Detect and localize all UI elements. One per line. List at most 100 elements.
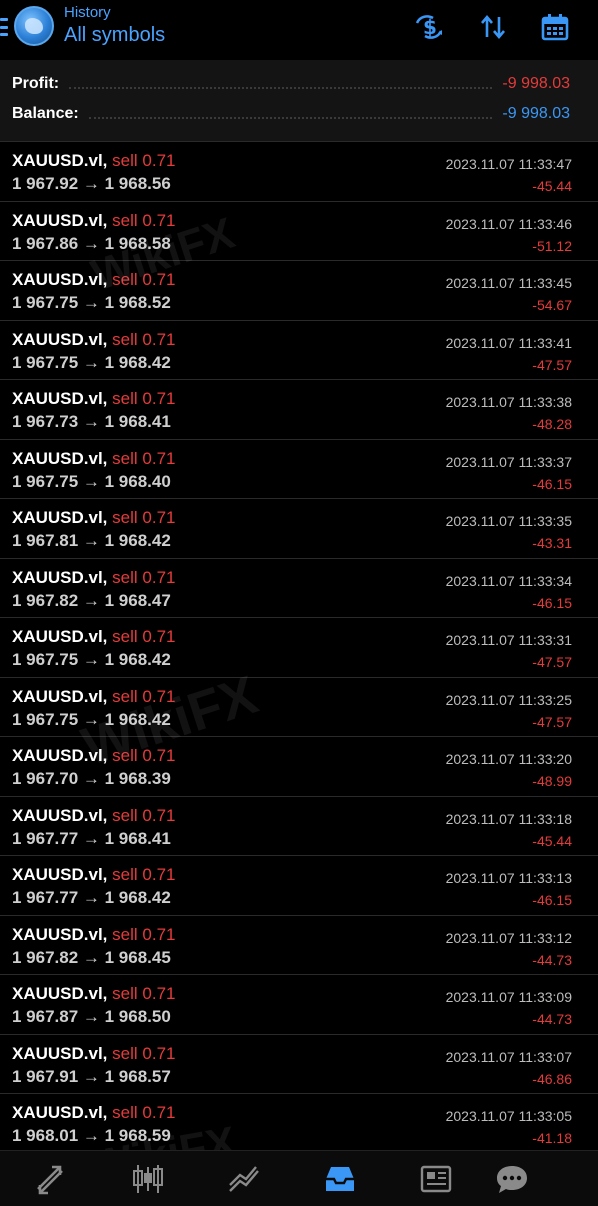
trade-prices: 1 968.01 → 1 968.59 xyxy=(12,1126,171,1145)
trade-row[interactable]: XAUUSD.vl, sell 0.71 1 967.77 → 1 968.41 2… xyxy=(0,796,598,856)
trade-time: 2023.11.07 11:33:46 xyxy=(445,215,572,232)
trade-profit: -48.28 xyxy=(532,416,572,432)
trade-side: sell 0.71 xyxy=(112,210,176,230)
bottom-navigation xyxy=(0,1150,598,1206)
trade-time: 2023.11.07 11:33:41 xyxy=(445,334,572,351)
trade-symbol: XAUUSD.vl, sell 0.71 xyxy=(12,1103,175,1123)
symbol-name: XAUUSD.vl, xyxy=(12,210,108,230)
trade-row[interactable]: XAUUSD.vl, sell 0.71 1 967.75 → 1 968.42 2… xyxy=(0,677,598,737)
trade-symbol: XAUUSD.vl, sell 0.71 xyxy=(12,984,175,1004)
news-icon[interactable] xyxy=(418,1161,454,1197)
balance-value: -9 998.03 xyxy=(502,105,570,122)
app-logo xyxy=(14,6,54,46)
trade-symbol: XAUUSD.vl, sell 0.71 xyxy=(12,389,175,409)
trade-profit: -51.12 xyxy=(532,237,572,254)
trade-prices: 1 967.86 → 1 968.58 xyxy=(12,233,171,253)
sort-icon[interactable] xyxy=(478,12,508,42)
trade-side: sell 0.71 xyxy=(112,746,176,765)
trade-side: sell 0.71 xyxy=(112,329,176,349)
trade-profit: -43.31 xyxy=(532,535,572,551)
trade-row[interactable]: XAUUSD.vl, sell 0.71 1 967.70 → 1 968.39 2… xyxy=(0,737,598,797)
trade-time: 2023.11.07 11:33:45 xyxy=(445,275,572,291)
trade-row[interactable]: XAUUSD.vl, sell 0.71 1 967.87 → 1 968.50 2… xyxy=(0,975,598,1035)
symbol-name: XAUUSD.vl, xyxy=(12,1103,108,1122)
trade-row[interactable]: XAUUSD.vl, sell 0.71 1 967.82 → 1 968.45 2… xyxy=(0,915,598,975)
trade-side: sell 0.71 xyxy=(112,627,176,646)
trade-profit: -44.73 xyxy=(532,951,572,968)
trade-profit: -47.57 xyxy=(532,356,572,373)
balance-label: Balance: xyxy=(12,105,79,122)
currency-exchange-icon[interactable]: $ xyxy=(414,12,444,42)
trade-prices: 1 967.77 → 1 968.42 xyxy=(12,888,171,907)
trade-side: sell 0.71 xyxy=(112,270,176,289)
trade-prices: 1 967.87 → 1 968.50 xyxy=(12,1007,171,1026)
symbol-name: XAUUSD.vl, xyxy=(12,389,108,408)
trade-time: 2023.11.07 11:33:47 xyxy=(445,156,572,172)
trade-prices: 1 967.91 → 1 968.57 xyxy=(12,1066,171,1086)
dotted-leader xyxy=(69,79,493,89)
trade-row[interactable]: XAUUSD.vl, sell 0.71 1 967.73 → 1 968.41 2… xyxy=(0,380,598,440)
trade-symbol: XAUUSD.vl, sell 0.71 xyxy=(12,330,175,350)
trade-row[interactable]: XAUUSD.vl, sell 0.71 1 967.92 → 1 968.56 2… xyxy=(0,142,598,202)
chat-icon[interactable] xyxy=(494,1161,530,1197)
trade-time: 2023.11.07 11:33:31 xyxy=(445,632,572,648)
quotes-icon[interactable] xyxy=(32,1161,68,1197)
symbol-name: XAUUSD.vl, xyxy=(12,567,108,587)
calendar-icon[interactable] xyxy=(540,12,570,42)
trade-side: sell 0.71 xyxy=(112,924,176,944)
trade-profit: -46.15 xyxy=(532,594,572,611)
trade-row[interactable]: XAUUSD.vl, sell 0.71 1 967.75 → 1 968.42 2… xyxy=(0,618,598,678)
trade-profit: -48.99 xyxy=(532,773,572,789)
trade-row[interactable]: XAUUSD.vl, sell 0.71 1 967.81 → 1 968.42 2… xyxy=(0,499,598,559)
symbol-name: XAUUSD.vl, xyxy=(12,1043,108,1063)
trade-profit: -47.57 xyxy=(532,654,572,670)
profit-value: -9 998.03 xyxy=(502,75,570,92)
trade-time: 2023.11.07 11:33:18 xyxy=(445,810,572,827)
history-icon[interactable] xyxy=(322,1161,358,1197)
trade-row[interactable]: XAUUSD.vl, sell 0.71 1 967.75 → 1 968.52 2… xyxy=(0,261,598,321)
trade-prices: 1 967.75 → 1 968.42 xyxy=(12,650,171,669)
trade-profit: -46.15 xyxy=(532,892,572,908)
trade-symbol: XAUUSD.vl, sell 0.71 xyxy=(12,627,175,647)
trade-prices: 1 967.70 → 1 968.39 xyxy=(12,769,171,788)
trade-symbol: XAUUSD.vl, sell 0.71 xyxy=(12,806,175,826)
trade-time: 2023.11.07 11:33:38 xyxy=(445,394,572,410)
trade-row[interactable]: XAUUSD.vl, sell 0.71 1 968.01 → 1 968.59 2… xyxy=(0,1094,598,1154)
trade-row[interactable]: XAUUSD.vl, sell 0.71 1 967.86 → 1 968.58 2… xyxy=(0,201,598,261)
trade-side: sell 0.71 xyxy=(112,865,176,884)
trade-profit: -46.15 xyxy=(532,475,572,492)
trade-row[interactable]: XAUUSD.vl, sell 0.71 1 967.77 → 1 968.42 2… xyxy=(0,856,598,916)
trade-row[interactable]: XAUUSD.vl, sell 0.71 1 967.75 → 1 968.40 2… xyxy=(0,439,598,499)
trade-side: sell 0.71 xyxy=(112,984,176,1003)
balance-row: Balance: -9 998.03 xyxy=(12,102,570,126)
symbol-filter[interactable]: All symbols xyxy=(64,24,165,47)
menu-icon[interactable] xyxy=(0,18,8,36)
trade-symbol: XAUUSD.vl, sell 0.71 xyxy=(12,449,175,469)
trade-prices: 1 967.75 → 1 968.40 xyxy=(12,471,171,491)
trade-time: 2023.11.07 11:33:12 xyxy=(445,929,572,946)
symbol-name: XAUUSD.vl, xyxy=(12,448,108,468)
symbol-name: XAUUSD.vl, xyxy=(12,984,108,1003)
trade-side: sell 0.71 xyxy=(112,686,176,706)
symbol-name: XAUUSD.vl, xyxy=(12,686,108,706)
trade-row[interactable]: XAUUSD.vl, sell 0.71 1 967.91 → 1 968.57 2… xyxy=(0,1034,598,1094)
trade-prices: 1 967.75 → 1 968.42 xyxy=(12,352,171,372)
symbol-name: XAUUSD.vl, xyxy=(12,151,108,170)
trade-row[interactable]: XAUUSD.vl, sell 0.71 1 967.82 → 1 968.47 2… xyxy=(0,558,598,618)
trade-row[interactable]: XAUUSD.vl, sell 0.71 1 967.75 → 1 968.42 2… xyxy=(0,320,598,380)
trade-side: sell 0.71 xyxy=(112,1043,176,1063)
trade-prices: 1 967.82 → 1 968.45 xyxy=(12,947,171,967)
trade-time: 2023.11.07 11:33:07 xyxy=(445,1048,572,1065)
trade-prices: 1 967.73 → 1 968.41 xyxy=(12,412,171,431)
trade-symbol: XAUUSD.vl, sell 0.71 xyxy=(12,925,175,945)
trade-side: sell 0.71 xyxy=(112,1103,176,1122)
chart-icon[interactable] xyxy=(130,1161,166,1197)
account-summary: Profit: -9 998.03 Balance: -9 998.03 xyxy=(0,60,598,142)
trade-symbol: XAUUSD.vl, sell 0.71 xyxy=(12,508,175,528)
symbol-name: XAUUSD.vl, xyxy=(12,329,108,349)
trade-profit: -45.44 xyxy=(532,832,572,849)
trade-icon[interactable] xyxy=(226,1161,262,1197)
trade-time: 2023.11.07 11:33:13 xyxy=(445,870,572,886)
trade-time: 2023.11.07 11:33:25 xyxy=(445,691,572,708)
trade-symbol: XAUUSD.vl, sell 0.71 xyxy=(12,211,175,231)
